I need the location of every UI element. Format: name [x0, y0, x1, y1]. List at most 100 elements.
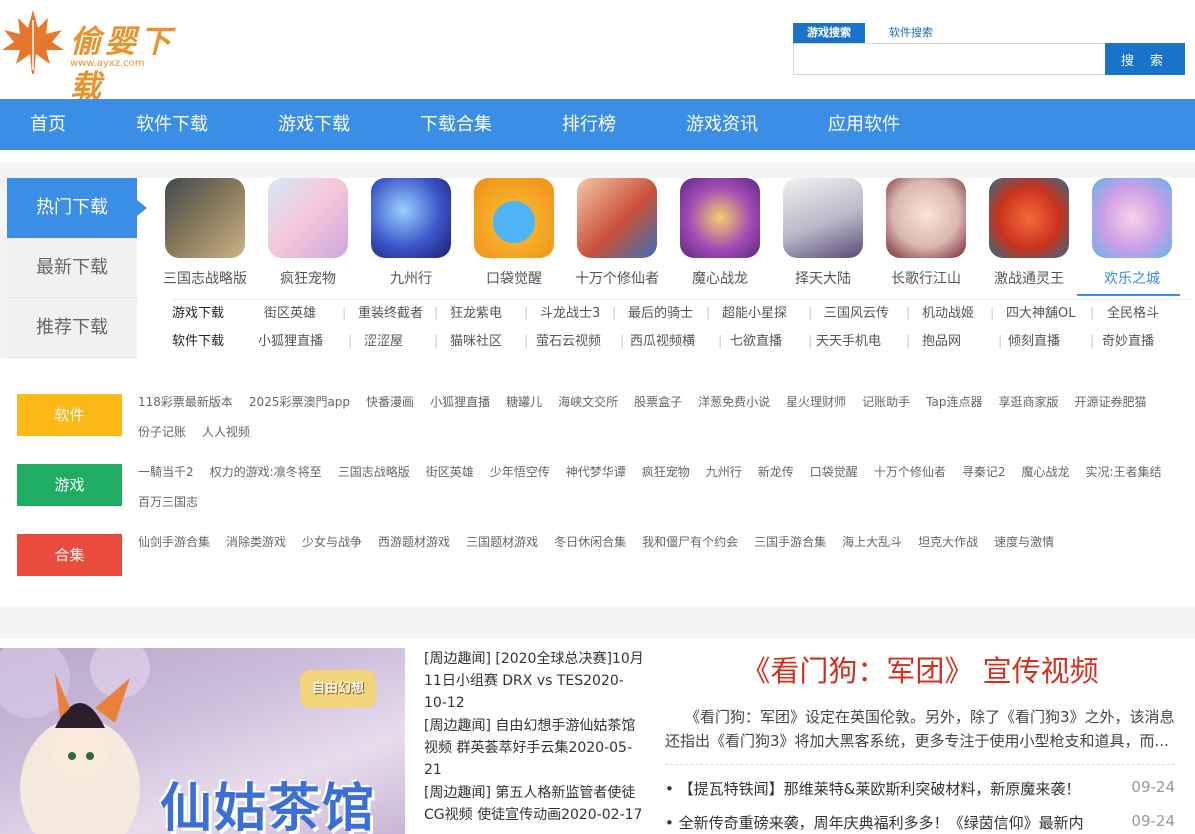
row-label: 软件下载 [172, 334, 225, 349]
software-link[interactable]: 萤石云视频 [536, 328, 601, 356]
collection-link[interactable]: 西游题材游戏 [378, 535, 450, 549]
collection-link[interactable]: 我和僵尸有个约会 [642, 535, 738, 549]
tab-latest-downloads[interactable]: 最新下载 [7, 238, 137, 298]
nav-home[interactable]: 首页 [30, 99, 66, 150]
software-link[interactable]: 七欲直播 [730, 328, 782, 356]
divider [665, 764, 1175, 765]
collections-badge[interactable]: 合集 [17, 534, 122, 576]
software-link[interactable]: 海峡文交所 [558, 395, 618, 409]
game-link[interactable]: 实况:王者集结 [1085, 465, 1161, 479]
article-date: 09-24 [1131, 812, 1175, 830]
game-link[interactable]: 机动战姬 [922, 300, 974, 328]
nav-news[interactable]: 游戏资讯 [686, 99, 758, 150]
game-card[interactable]: 疯狂宠物 [253, 178, 356, 296]
game-card[interactable]: 九州行 [356, 178, 459, 296]
news-item[interactable]: [周边趣闻] 自由幻想手游仙姑茶馆视频 群英荟萃好手云集2020-05-21 [424, 715, 644, 781]
game-link[interactable]: 疯狂宠物 [642, 465, 690, 479]
software-link[interactable]: 小狐狸直播 [258, 328, 323, 356]
collection-link[interactable]: 少女与战争 [302, 535, 362, 549]
game-link[interactable]: 寻秦记2 [962, 465, 1006, 479]
software-link[interactable]: 开源证券肥猫 [1075, 395, 1147, 409]
software-link[interactable]: 享逛商家版 [999, 395, 1059, 409]
collection-link[interactable]: 海上大乱斗 [842, 535, 902, 549]
tab-recommended-downloads[interactable]: 推荐下载 [7, 298, 137, 358]
software-link[interactable]: 快番漫画 [366, 395, 414, 409]
collection-link[interactable]: 速度与激情 [994, 535, 1054, 549]
game-link[interactable]: 斗龙战士3 [540, 300, 600, 328]
collection-link[interactable]: 冬日休闲合集 [554, 535, 626, 549]
software-link[interactable]: 星火理财师 [786, 395, 846, 409]
game-link[interactable]: 口袋觉醒 [810, 465, 858, 479]
game-card[interactable]: 魔心战龙 [665, 178, 768, 296]
games-badge[interactable]: 游戏 [17, 464, 122, 506]
nav-apps[interactable]: 应用软件 [828, 99, 900, 150]
software-link[interactable]: 天天手机电 [816, 328, 881, 356]
software-link[interactable]: 118彩票最新版本 [138, 395, 233, 409]
software-link[interactable]: 倾刻直播 [1008, 328, 1060, 356]
game-link[interactable]: 四大神舖OL [1006, 300, 1075, 328]
game-card[interactable]: 口袋觉醒 [459, 178, 562, 296]
game-link[interactable]: 十万个修仙者 [874, 465, 946, 479]
software-link[interactable]: 奇妙直播 [1102, 328, 1154, 356]
software-link[interactable]: 股票盒子 [634, 395, 682, 409]
game-link[interactable]: 百万三国志 [138, 495, 198, 509]
game-card-selected[interactable]: 欢乐之城 [1077, 178, 1180, 296]
game-name: 疯狂宠物 [280, 271, 336, 287]
nav-collections[interactable]: 下载合集 [420, 99, 492, 150]
game-link[interactable]: 新龙传 [758, 465, 794, 479]
software-link[interactable]: 糖罐儿 [506, 395, 542, 409]
game-link[interactable]: 狂龙紫电 [450, 300, 502, 328]
software-link[interactable]: 涩涩屋 [364, 328, 403, 356]
software-link[interactable]: 份子记账 [138, 425, 186, 439]
news-item[interactable]: [周边趣闻] 第五人格新监管者使徒CG视频 使徒宣传动画2020-02-17 [424, 782, 644, 826]
collection-link[interactable]: 消除类游戏 [226, 535, 286, 549]
software-link[interactable]: 西瓜视频横 [630, 328, 695, 356]
game-link[interactable]: 全民格斗 [1107, 300, 1159, 328]
site-logo[interactable]: 偷婴下载 www.ayxz.com [0, 6, 200, 105]
nav-software[interactable]: 软件下载 [136, 99, 208, 150]
nav-ranking[interactable]: 排行榜 [562, 99, 616, 150]
game-link[interactable]: 一騎当千2 [138, 465, 194, 479]
software-link[interactable]: 抱品网 [922, 328, 961, 356]
game-link[interactable]: 超能小星探 [722, 300, 787, 328]
tab-game-search[interactable]: 游戏搜索 [793, 23, 865, 43]
game-card[interactable]: 择天大陆 [768, 178, 871, 296]
tab-hot-downloads[interactable]: 热门下载 [7, 178, 147, 238]
game-link[interactable]: 权力的游戏:凛冬将至 [210, 465, 322, 479]
software-link[interactable]: 人人视频 [202, 425, 250, 439]
video-title[interactable]: 《看门狗：军团》 宣传视频 [665, 648, 1175, 690]
game-link[interactable]: 九州行 [706, 465, 742, 479]
game-link[interactable]: 三国志战略版 [338, 465, 410, 479]
collection-link[interactable]: 三国题材游戏 [466, 535, 538, 549]
collection-link[interactable]: 仙剑手游合集 [138, 535, 210, 549]
game-link[interactable]: 三国风云传 [824, 300, 889, 328]
tab-software-search[interactable]: 软件搜索 [875, 23, 947, 43]
game-link[interactable]: 重装终截者 [358, 300, 423, 328]
software-link[interactable]: 2025彩票澳門app [249, 395, 350, 409]
collection-link[interactable]: 三国手游合集 [754, 535, 826, 549]
software-badge[interactable]: 软件 [17, 394, 122, 436]
game-link[interactable]: 街区英雄 [426, 465, 474, 479]
software-link[interactable]: 小狐狸直播 [430, 395, 490, 409]
game-link[interactable]: 少年悟空传 [490, 465, 550, 479]
software-link[interactable]: 记账助手 [862, 395, 910, 409]
search-button[interactable]: 搜 索 [1105, 43, 1185, 75]
divider: | [906, 306, 911, 321]
game-download-row: 游戏下载 街区英雄 | 重装终截者 | 狂龙紫电 | 斗龙战士3 | 最后的骑士… [172, 299, 1192, 327]
news-item[interactable]: [周边趣闻] [2020全球总决赛]10月11日小组赛 DRX vs TES20… [424, 648, 644, 714]
nav-games[interactable]: 游戏下载 [278, 99, 350, 150]
feature-banner[interactable]: 自由幻想 仙姑茶馆 [0, 648, 405, 834]
software-link[interactable]: Tap连点器 [926, 395, 982, 409]
search-input[interactable] [793, 43, 1105, 75]
game-card[interactable]: 激战通灵王 [974, 178, 1077, 296]
software-link[interactable]: 猫咪社区 [450, 328, 502, 356]
game-card[interactable]: 三国志战略版 [150, 178, 253, 296]
software-link[interactable]: 洋葱免费小说 [698, 395, 770, 409]
game-link[interactable]: 魔心战龙 [1021, 465, 1069, 479]
collection-link[interactable]: 坦克大作战 [918, 535, 978, 549]
game-link[interactable]: 街区英雄 [264, 300, 316, 328]
game-link[interactable]: 最后的骑士 [628, 300, 693, 328]
game-card[interactable]: 长歌行江山 [871, 178, 974, 296]
game-link[interactable]: 神代梦华谭 [566, 465, 626, 479]
game-card[interactable]: 十万个修仙者 [562, 178, 665, 296]
